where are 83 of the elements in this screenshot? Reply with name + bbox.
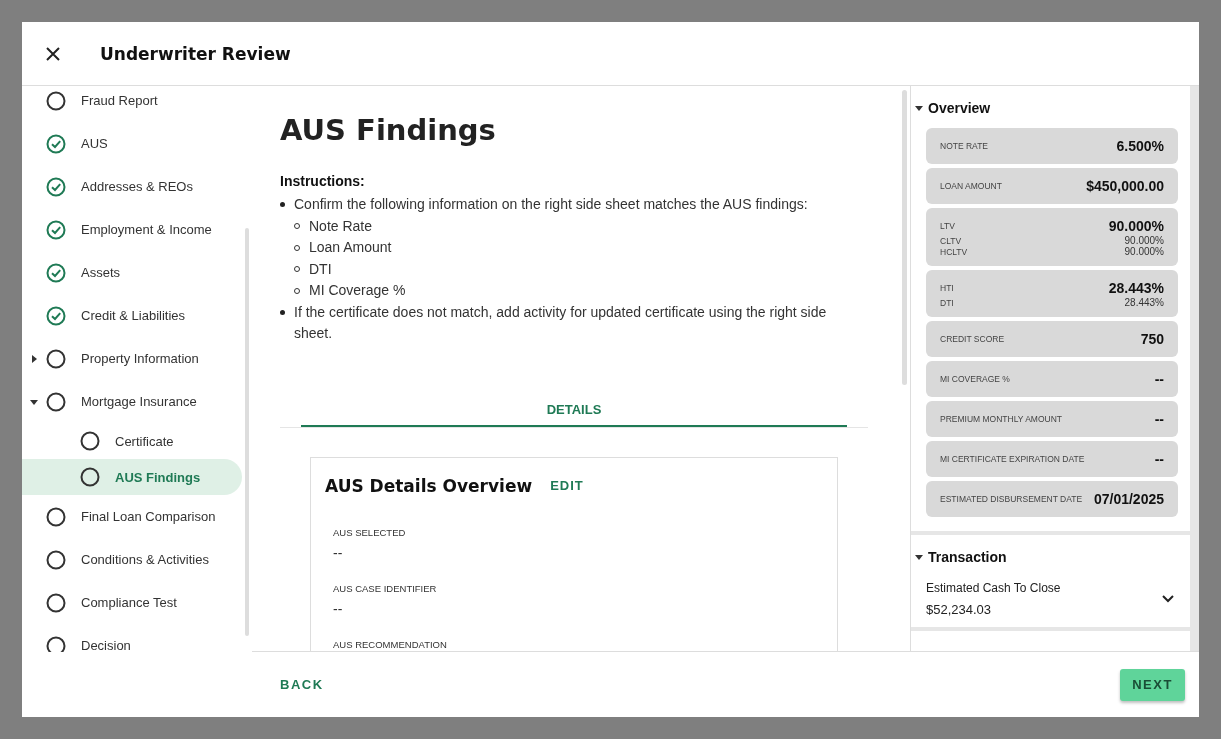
nav-item[interactable]: Mortgage Insurance: [22, 380, 242, 423]
tile-value: 90.000%: [1108, 218, 1164, 234]
nav-item[interactable]: Property Information: [22, 337, 242, 380]
bullet-icon: [280, 202, 285, 207]
circle-icon: [46, 391, 66, 412]
close-icon: [46, 46, 60, 61]
tile-label: CLTV: [940, 235, 962, 246]
instruction-item: DTI: [309, 259, 332, 279]
tile-value: 28.443%: [1124, 297, 1164, 308]
tile-label: NOTE RATE: [940, 141, 988, 151]
check-circle-icon: [46, 133, 66, 154]
instruction-item: Loan Amount: [309, 238, 392, 257]
instruction-text: Confirm the following information on the right side sheet matches the AUS findings:: [294, 196, 808, 212]
check-circle-icon: [46, 262, 66, 283]
card-title: AUS Details Overview: [325, 475, 533, 496]
nav-item[interactable]: Employment & Income: [22, 208, 242, 251]
tile-value: 750: [1140, 331, 1164, 347]
tile-value: $450,000.00: [1086, 178, 1164, 194]
nav-item[interactable]: Decision: [22, 624, 242, 652]
tile-value: 07/01/2025: [1093, 491, 1164, 507]
section-header[interactable]: Transaction: [911, 535, 1007, 565]
tile-label: DTI: [940, 297, 954, 308]
tile-value: 6.500%: [1116, 138, 1164, 154]
circle-icon: [46, 348, 66, 369]
dialog-title: Underwriter Review: [100, 43, 291, 64]
tile-label: CREDIT SCORE: [940, 334, 1005, 344]
field-label: AUS CASE IDENTIFIER: [333, 582, 438, 594]
tile-label: LTV: [940, 221, 955, 231]
edit-button[interactable]: EDIT: [546, 476, 588, 495]
tile-value: 90.000%: [1124, 246, 1164, 257]
tile-label: PREMIUM MONTHLY AMOUNT: [940, 414, 1062, 424]
page-title: AUS Findings: [280, 113, 497, 147]
tile-label: HTI: [940, 283, 954, 293]
nav-item[interactable]: Certificate: [22, 423, 242, 459]
tile-value: --: [1154, 411, 1164, 427]
section-header[interactable]: Overview: [911, 86, 991, 116]
field-label: AUS SELECTED: [333, 526, 407, 538]
nav-item[interactable]: AUS Findings: [22, 459, 242, 495]
tile-value: 28.443%: [1108, 280, 1164, 296]
field-value: --: [333, 544, 344, 561]
scrollbar[interactable]: [1193, 86, 1199, 651]
tile-value: --: [1154, 371, 1164, 387]
bullet-icon: [280, 309, 285, 315]
check-circle-icon: [46, 176, 66, 197]
circle-icon: [80, 431, 100, 451]
tile-label: LOAN AMOUNT: [940, 181, 1002, 191]
back-link[interactable]: BACK: [280, 677, 324, 692]
nav-item[interactable]: Conditions & Activities: [22, 538, 242, 581]
nav-item[interactable]: Addresses & REOs: [22, 165, 242, 208]
tile-value: --: [1154, 451, 1164, 467]
nav-item[interactable]: AUS: [22, 122, 242, 165]
caret-icon: [915, 104, 923, 112]
nav-item[interactable]: Assets: [22, 251, 242, 294]
scrollbar-thumb[interactable]: [245, 228, 249, 636]
nav-item[interactable]: Final Loan Comparison: [22, 495, 242, 538]
scrollbar-thumb[interactable]: [902, 90, 907, 385]
instructions-heading: Instructions:: [280, 173, 366, 189]
circle-icon: [46, 90, 66, 111]
field-label: AUS RECOMMENDATION: [333, 638, 448, 650]
chevron-icon[interactable]: [1162, 595, 1174, 603]
nav-item[interactable]: Compliance Test: [22, 581, 242, 624]
tile-label: HCLTV: [940, 246, 968, 257]
instruction-text: If the certificate does not match, add activity for updated certificate using the right side sheet.: [294, 303, 827, 341]
instruction-item: Note Rate: [309, 216, 373, 236]
check-circle-icon: [46, 305, 66, 326]
nav-item[interactable]: Fraud Report: [22, 86, 242, 122]
nav-item[interactable]: Credit & Liabilities: [22, 294, 242, 337]
tile-label: MI COVERAGE %: [940, 374, 1010, 384]
tile-label: MI CERTIFICATE EXPIRATION DATE: [940, 454, 1085, 464]
tile-value: 90.000%: [1124, 235, 1164, 246]
item-value: $52,234.03: [926, 602, 993, 617]
check-circle-icon: [46, 219, 66, 240]
circle-icon: [80, 467, 100, 487]
circle-icon: [46, 549, 66, 570]
instruction-item: MI Coverage %: [309, 281, 406, 300]
tab[interactable]: DETAILS: [301, 394, 847, 427]
item-label: Estimated Cash To Close: [926, 581, 1061, 595]
field-value: --: [333, 600, 344, 617]
next-button[interactable]: NEXT: [1120, 668, 1185, 701]
circle-icon: [46, 506, 66, 527]
circle-icon: [46, 592, 66, 613]
tile-label: ESTIMATED DISBURSEMENT DATE: [940, 494, 1083, 504]
caret-icon: [915, 553, 923, 561]
